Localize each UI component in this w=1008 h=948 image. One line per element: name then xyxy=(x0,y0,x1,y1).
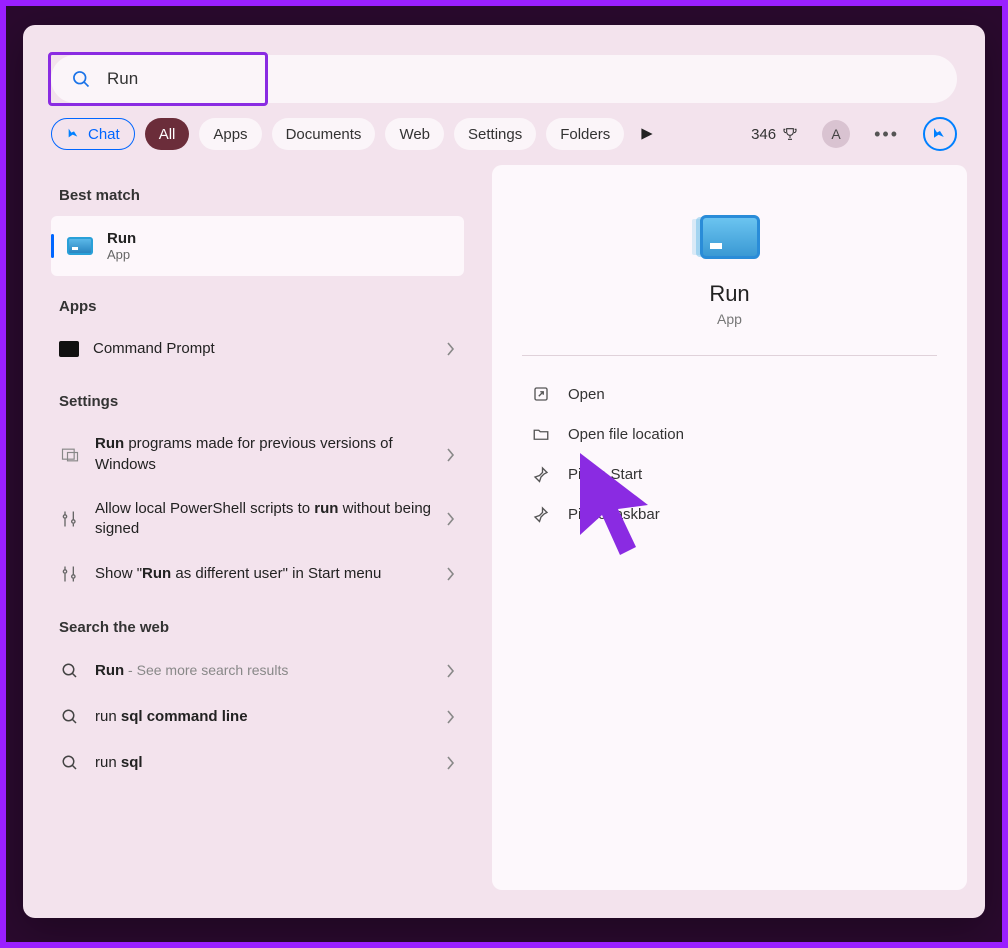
run-app-icon xyxy=(67,237,93,255)
rewards-points[interactable]: 346 xyxy=(751,126,798,143)
web-run-sql[interactable]: run sql xyxy=(51,740,464,786)
detail-panel: Run App Open Open file location Pin to S… xyxy=(492,165,967,890)
app-command-prompt-label: Command Prompt xyxy=(93,339,432,359)
web-run-sql-label: run sql xyxy=(95,753,432,773)
folder-icon xyxy=(532,425,550,443)
search-icon xyxy=(59,660,81,682)
pin-icon xyxy=(532,465,550,483)
chevron-right-icon xyxy=(446,448,456,462)
setting-run-as-different-user[interactable]: Show "Run as different user" in Start me… xyxy=(51,551,464,597)
best-match-text: Run App xyxy=(107,230,136,262)
web-run-sql-cli[interactable]: run sql command line xyxy=(51,694,464,740)
web-run[interactable]: Run - See more search results xyxy=(51,648,464,694)
search-bar-container xyxy=(23,25,985,117)
setting-powershell-scripts[interactable]: Allow local PowerShell scripts to run wi… xyxy=(51,487,464,552)
detail-subtitle: App xyxy=(522,311,937,327)
setting-different-user-label: Show "Run as different user" in Start me… xyxy=(95,564,432,584)
search-icon xyxy=(59,752,81,774)
action-pin-taskbar[interactable]: Pin to taskbar xyxy=(522,494,937,534)
tab-settings-label: Settings xyxy=(468,126,522,143)
tab-apps-label: Apps xyxy=(213,126,247,143)
developer-icon xyxy=(59,563,81,585)
search-icon xyxy=(71,69,91,89)
bing-icon xyxy=(931,125,949,143)
section-settings: Settings xyxy=(51,371,464,422)
cmd-icon xyxy=(59,341,79,357)
pin-icon xyxy=(532,505,550,523)
action-open-location-label: Open file location xyxy=(568,426,684,443)
tab-documents[interactable]: Documents xyxy=(272,118,376,150)
avatar-letter: A xyxy=(831,126,840,142)
action-open-label: Open xyxy=(568,386,605,403)
chevron-right-icon xyxy=(446,710,456,724)
results-list: Best match Run App Apps Command Prompt S… xyxy=(41,165,474,890)
tab-web-label: Web xyxy=(399,126,430,143)
chevron-right-icon xyxy=(446,512,456,526)
tab-settings[interactable]: Settings xyxy=(454,118,536,150)
search-bar[interactable] xyxy=(51,55,957,103)
web-run-sql-cli-label: run sql command line xyxy=(95,707,432,727)
tab-apps[interactable]: Apps xyxy=(199,118,261,150)
search-input[interactable] xyxy=(107,69,937,89)
best-match-run[interactable]: Run App xyxy=(51,216,464,276)
section-search-web: Search the web xyxy=(51,597,464,648)
setting-run-compat[interactable]: Run programs made for previous versions … xyxy=(51,422,464,487)
tab-web[interactable]: Web xyxy=(385,118,444,150)
setting-run-compat-label: Run programs made for previous versions … xyxy=(95,434,432,475)
tab-folders-label: Folders xyxy=(560,126,610,143)
action-open-location[interactable]: Open file location xyxy=(522,414,937,454)
best-match-title: Run xyxy=(107,230,136,247)
chevron-right-icon xyxy=(446,567,456,581)
chevron-right-icon xyxy=(446,342,456,356)
bing-chat-icon xyxy=(66,126,82,142)
run-app-large-icon xyxy=(700,215,760,259)
chevron-right-icon xyxy=(446,664,456,678)
action-pin-start[interactable]: Pin to Start xyxy=(522,454,937,494)
more-options-button[interactable]: ••• xyxy=(874,124,899,145)
filter-tabs: Chat All Apps Documents Web Settings Fol… xyxy=(23,117,985,165)
tab-all-label: All xyxy=(159,126,176,143)
windows-search-flyout: Chat All Apps Documents Web Settings Fol… xyxy=(23,25,985,918)
section-apps: Apps xyxy=(51,276,464,327)
more-tabs-arrow-icon[interactable] xyxy=(640,127,654,141)
compat-icon xyxy=(59,444,81,466)
app-command-prompt[interactable]: Command Prompt xyxy=(51,327,464,371)
tab-all[interactable]: All xyxy=(145,118,190,150)
open-icon xyxy=(532,385,550,403)
chevron-right-icon xyxy=(446,756,456,770)
rewards-points-value: 346 xyxy=(751,126,776,143)
detail-title: Run xyxy=(522,281,937,307)
developer-icon xyxy=(59,508,81,530)
action-pin-taskbar-label: Pin to taskbar xyxy=(568,506,660,523)
tab-chat-label: Chat xyxy=(88,126,120,143)
web-run-label: Run - See more search results xyxy=(95,661,432,681)
bing-chat-button[interactable] xyxy=(923,117,957,151)
action-pin-start-label: Pin to Start xyxy=(568,466,642,483)
action-open[interactable]: Open xyxy=(522,374,937,414)
tab-documents-label: Documents xyxy=(286,126,362,143)
divider xyxy=(522,355,937,356)
trophy-icon xyxy=(782,126,798,142)
tab-folders[interactable]: Folders xyxy=(546,118,624,150)
best-match-subtitle: App xyxy=(107,247,136,262)
section-best-match: Best match xyxy=(51,165,464,216)
setting-powershell-label: Allow local PowerShell scripts to run wi… xyxy=(95,499,432,540)
search-icon xyxy=(59,706,81,728)
tab-chat[interactable]: Chat xyxy=(51,118,135,150)
user-avatar[interactable]: A xyxy=(822,120,850,148)
